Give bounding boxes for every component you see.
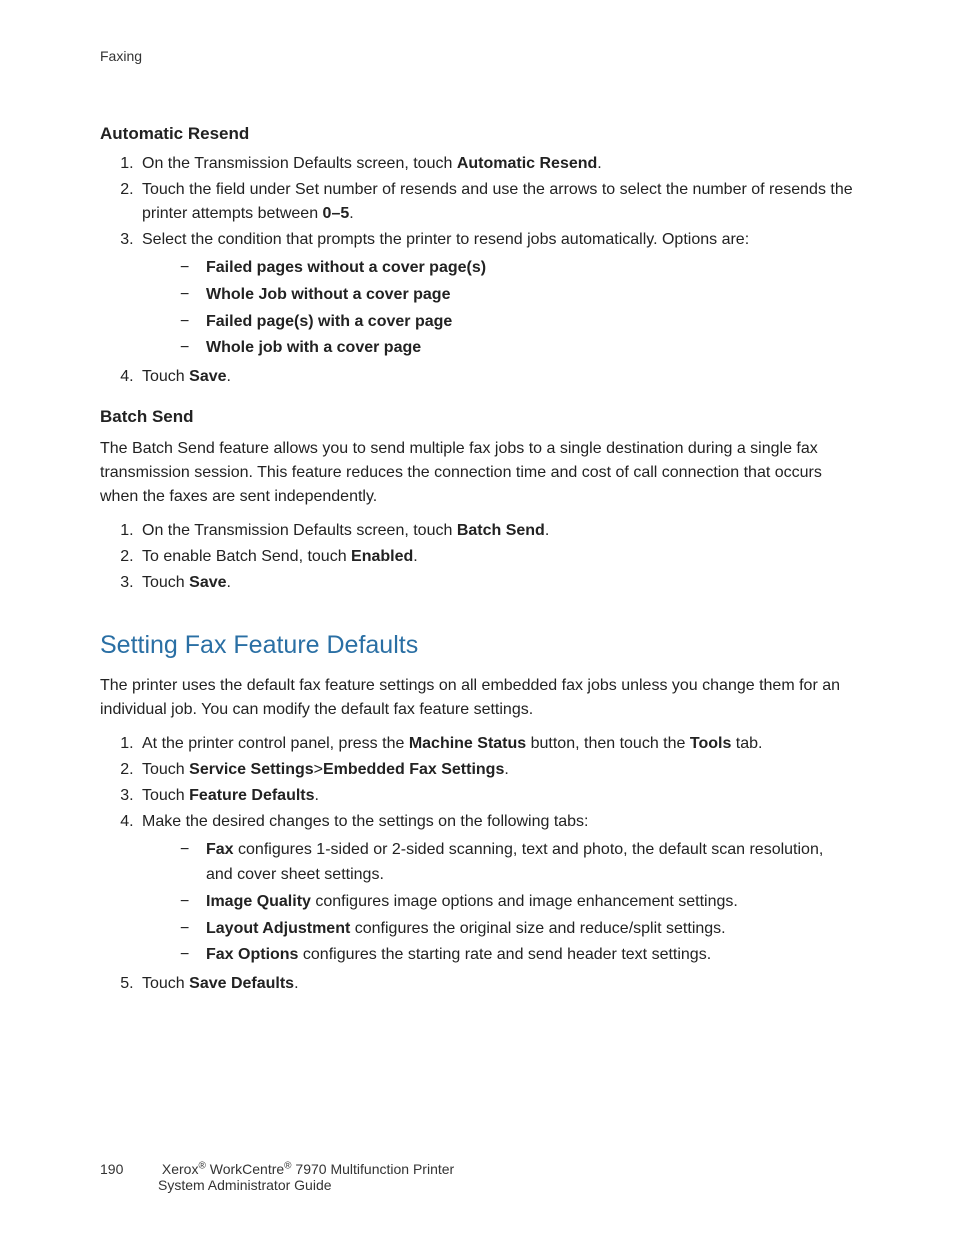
text-bold: 0–5 (323, 205, 350, 222)
list-item: Touch the field under Set number of rese… (138, 178, 854, 226)
text: . (294, 975, 298, 992)
registered-icon: ® (284, 1160, 291, 1171)
text-bold: Failed pages without a cover page(s) (206, 259, 486, 276)
fax-defaults-steps: At the printer control panel, press the … (100, 732, 854, 996)
text: tab. (731, 735, 762, 752)
text-bold: Embedded Fax Settings (323, 761, 504, 778)
text: . (413, 548, 417, 565)
text-bold: Failed page(s) with a cover page (206, 313, 452, 330)
list-item: Whole Job without a cover page (180, 283, 854, 308)
text-bold: Whole job with a cover page (206, 339, 421, 356)
text-bold: Save Defaults (189, 975, 294, 992)
text: WorkCentre (206, 1161, 284, 1177)
text: . (597, 155, 601, 172)
list-item: Touch Service Settings>Embedded Fax Sett… (138, 758, 854, 782)
text: configures 1-sided or 2-sided scanning, … (206, 841, 823, 883)
text: Touch (142, 975, 189, 992)
text-bold: Whole Job without a cover page (206, 286, 450, 303)
text-bold: Service Settings (189, 761, 314, 778)
text: > (314, 761, 323, 778)
text: button, then touch the (526, 735, 690, 752)
text: On the Transmission Defaults screen, tou… (142, 155, 457, 172)
list-item: Touch Save. (138, 365, 854, 389)
text-bold: Fax Options (206, 946, 298, 963)
text-bold: Tools (690, 735, 731, 752)
heading-automatic-resend: Automatic Resend (100, 124, 854, 144)
list-item: Whole job with a cover page (180, 336, 854, 361)
text: On the Transmission Defaults screen, tou… (142, 522, 457, 539)
automatic-resend-steps: On the Transmission Defaults screen, tou… (100, 152, 854, 389)
heading-batch-send: Batch Send (100, 407, 854, 427)
list-item: Make the desired changes to the settings… (138, 810, 854, 968)
text: Make the desired changes to the settings… (142, 813, 589, 830)
text: Touch (142, 761, 189, 778)
options-list: Failed pages without a cover page(s) Who… (142, 256, 854, 361)
footer-brand: Xerox® WorkCentre® 7970 Multifunction Pr… (162, 1161, 454, 1177)
text: configures the starting rate and send he… (298, 946, 711, 963)
list-item: At the printer control panel, press the … (138, 732, 854, 756)
list-item: On the Transmission Defaults screen, tou… (138, 519, 854, 543)
registered-icon: ® (198, 1160, 205, 1171)
list-item: Select the condition that prompts the pr… (138, 228, 854, 361)
heading-setting-fax-feature-defaults: Setting Fax Feature Defaults (100, 631, 854, 660)
list-item: Fax configures 1-sided or 2-sided scanni… (180, 838, 854, 888)
list-item: Touch Feature Defaults. (138, 784, 854, 808)
text: . (504, 761, 508, 778)
page-number: 190 (100, 1161, 158, 1177)
list-item: To enable Batch Send, touch Enabled. (138, 545, 854, 569)
running-header: Faxing (100, 48, 854, 64)
text-bold: Save (189, 574, 226, 591)
list-item: Touch Save. (138, 571, 854, 595)
text: Touch the field under Set number of rese… (142, 181, 853, 222)
page-footer: 190 Xerox® WorkCentre® 7970 Multifunctio… (100, 1160, 454, 1193)
text: Touch (142, 574, 189, 591)
fax-defaults-intro: The printer uses the default fax feature… (100, 674, 854, 722)
text: 7970 Multifunction Printer (292, 1161, 455, 1177)
text: Xerox (162, 1161, 199, 1177)
text: At the printer control panel, press the (142, 735, 409, 752)
text-bold: Automatic Resend (457, 155, 597, 172)
text-bold: Fax (206, 841, 234, 858)
list-item: Fax Options configures the starting rate… (180, 943, 854, 968)
text: Touch (142, 787, 189, 804)
text: configures the original size and reduce/… (350, 920, 725, 937)
list-item: Layout Adjustment configures the origina… (180, 917, 854, 942)
text: Select the condition that prompts the pr… (142, 231, 749, 248)
text: . (315, 787, 319, 804)
text-bold: Batch Send (457, 522, 545, 539)
text: Touch (142, 368, 189, 385)
text-bold: Feature Defaults (189, 787, 314, 804)
text-bold: Layout Adjustment (206, 920, 350, 937)
list-item: Touch Save Defaults. (138, 972, 854, 996)
text: . (349, 205, 353, 222)
list-item: Failed pages without a cover page(s) (180, 256, 854, 281)
text: configures image options and image enhan… (311, 893, 738, 910)
list-item: On the Transmission Defaults screen, tou… (138, 152, 854, 176)
text: To enable Batch Send, touch (142, 548, 351, 565)
text: . (227, 368, 231, 385)
batch-send-intro: The Batch Send feature allows you to sen… (100, 437, 854, 509)
text-bold: Image Quality (206, 893, 311, 910)
batch-send-steps: On the Transmission Defaults screen, tou… (100, 519, 854, 595)
text-bold: Machine Status (409, 735, 526, 752)
text: . (545, 522, 549, 539)
text: . (227, 574, 231, 591)
list-item: Image Quality configures image options a… (180, 890, 854, 915)
footer-line2: System Administrator Guide (158, 1177, 332, 1193)
text-bold: Save (189, 368, 226, 385)
text-bold: Enabled (351, 548, 413, 565)
list-item: Failed page(s) with a cover page (180, 310, 854, 335)
tabs-list: Fax configures 1-sided or 2-sided scanni… (142, 838, 854, 968)
